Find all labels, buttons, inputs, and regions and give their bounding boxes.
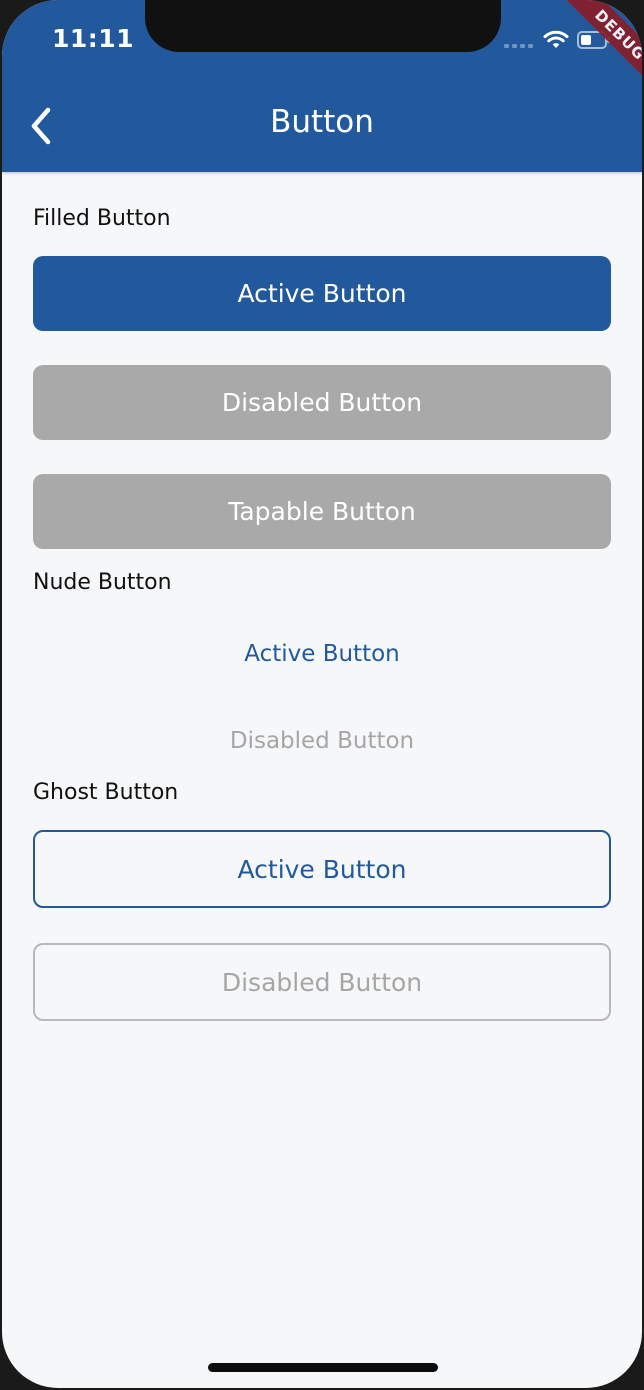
- ghost-active-button[interactable]: Active Button: [33, 830, 611, 908]
- filled-active-button[interactable]: Active Button: [33, 256, 611, 331]
- app-bar: 11:11 DEBUG Button: [2, 0, 642, 172]
- ghost-disabled-button: Disabled Button: [33, 943, 611, 1021]
- nude-disabled-button: Disabled Button: [229, 728, 415, 754]
- page-title: Button: [270, 104, 374, 140]
- section-label-ghost: Ghost Button: [33, 780, 179, 805]
- cellular-signal-icon: [504, 44, 533, 48]
- home-indicator[interactable]: [208, 1363, 438, 1372]
- filled-tapable-button[interactable]: Tapable Button: [33, 474, 611, 549]
- section-label-nude: Nude Button: [33, 570, 172, 595]
- wifi-icon: [543, 30, 569, 48]
- phone-screen: 11:11 DEBUG Button Filled Button Active …: [2, 0, 642, 1388]
- nude-active-button[interactable]: Active Button: [33, 630, 611, 678]
- status-time: 11:11: [52, 24, 135, 53]
- section-label-filled: Filled Button: [33, 206, 171, 231]
- device-notch: [145, 0, 501, 52]
- filled-disabled-button: Disabled Button: [33, 365, 611, 440]
